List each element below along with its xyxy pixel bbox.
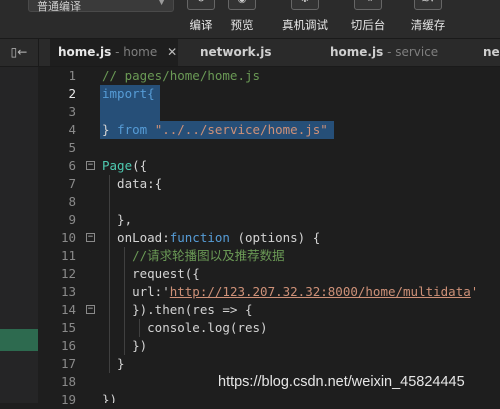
switch-background-label: 切后台 (350, 18, 386, 32)
code-token: url:' (102, 284, 170, 299)
code-token: Page (102, 158, 133, 173)
selection-highlight (100, 103, 160, 121)
code-token: "../../service/home.js" (154, 122, 328, 137)
watermark-text: https://blog.csdn.net/weixin_45824445 (218, 374, 465, 390)
close-icon[interactable]: ✕ (167, 45, 177, 59)
code-line: }, (102, 212, 133, 227)
line-number: 4 (68, 122, 76, 137)
code-token: ' (470, 284, 479, 299)
line-number: 3 (68, 104, 76, 119)
code-line: data:{ (102, 176, 163, 191)
code-line: import{ (102, 86, 155, 101)
tab-title: network.js (200, 45, 272, 59)
preview-button[interactable]: ◉ 预览 (226, 0, 258, 38)
clear-cache-button[interactable]: ≋▾ 清缓存 (408, 0, 448, 38)
tab-ne[interactable]: ne (475, 39, 500, 66)
tab-context: - service (383, 45, 439, 59)
active-file-marker (0, 329, 38, 351)
line-number: 16 (60, 338, 76, 353)
tab-network-js[interactable]: network.js (192, 39, 312, 66)
code-line: request({ (102, 266, 200, 281)
line-number: 5 (68, 140, 76, 155)
line-number: 9 (68, 212, 76, 227)
line-number: 18 (60, 374, 76, 389)
line-number-gutter: 1 2 3 4 5 6 7 8 9 10 11 12 13 14 15 16 1… (38, 67, 100, 407)
sidebar-toggle-button[interactable]: ▯← (0, 39, 39, 66)
line-number: 10 (60, 230, 76, 245)
code-token: (options) { (229, 230, 321, 245)
code-line: Page({ (102, 157, 147, 175)
tab-home-js-service[interactable]: home.js - service (322, 39, 452, 66)
remote-debug-label: 真机调试 (282, 18, 328, 32)
code-token: function (169, 230, 230, 245)
line-number: 8 (68, 194, 76, 209)
code-token: from (117, 122, 148, 137)
code-line: }).then(res => { (102, 302, 253, 317)
activity-strip (0, 67, 38, 403)
preview-label: 预览 (230, 18, 254, 32)
line-number: 6 (68, 158, 76, 173)
line-number: 7 (68, 176, 76, 191)
line-number: 17 (60, 356, 76, 371)
debug-icon: ✱ (291, 0, 319, 10)
code-token: } (102, 122, 118, 137)
line-number: 2 (68, 86, 76, 101)
code-line: }) (102, 338, 148, 353)
code-line: } from "../../service/home.js" (102, 121, 328, 139)
code-line: url:'http://123.207.32.32:8000/home/mult… (102, 283, 478, 301)
line-number: 14 (60, 302, 76, 317)
line-number: 19 (60, 392, 76, 407)
eye-icon: ◉ (228, 0, 256, 10)
clear-cache-label: 清缓存 (410, 18, 446, 32)
url-link[interactable]: http://123.207.32.32:8000/home/multidata (170, 284, 471, 299)
line-number: 15 (60, 320, 76, 335)
code-line: }) (102, 392, 118, 403)
code-token: onLoad: (102, 230, 170, 245)
compile-mode-value: 普通编译 (37, 0, 81, 13)
refresh-icon: ↻ (187, 0, 215, 10)
fold-toggle-icon[interactable]: − (86, 233, 95, 242)
line-number: 11 (60, 248, 76, 263)
switch-background-icon: ⇥ (354, 0, 382, 10)
compile-mode-select[interactable]: 普通编译 ▼ (28, 0, 174, 13)
line-number: 12 (60, 266, 76, 281)
code-line: // pages/home/home.js (102, 68, 261, 83)
remote-debug-button[interactable]: ✱ 真机调试 (279, 0, 331, 38)
line-number: 1 (68, 68, 76, 83)
tab-context: - home (111, 45, 158, 59)
code-editor[interactable]: // pages/home/home.js import{ } from "..… (100, 67, 500, 403)
code-token: ({ (132, 158, 148, 173)
layers-icon: ≋▾ (414, 0, 442, 10)
code-line: onLoad:function (options) { (102, 229, 320, 247)
switch-background-button[interactable]: ⇥ 切后台 (348, 0, 388, 38)
tab-title: home.js (58, 45, 112, 59)
compile-button[interactable]: ↻ 编译 (185, 0, 217, 38)
tab-home-js-home[interactable]: home.js - home ✕ (50, 39, 178, 66)
fold-toggle-icon[interactable]: − (86, 161, 95, 170)
toolbar: 普通编译 ▼ ↻ 编译 ◉ 预览 ✱ 真机调试 ⇥ 切后台 ≋▾ 清缓存 (0, 0, 500, 39)
editor-tab-bar: ▯← home.js - home ✕ network.js home.js -… (0, 39, 500, 67)
code-line: console.log(res) (102, 320, 268, 335)
fold-toggle-icon[interactable]: − (86, 305, 95, 314)
tab-title: ne (483, 45, 500, 59)
compile-label: 编译 (189, 18, 213, 32)
code-line: } (102, 356, 125, 371)
line-number: 13 (60, 284, 76, 299)
code-line: //请求轮播图以及推荐数据 (102, 248, 285, 263)
sidebar-collapse-icon: ▯← (10, 45, 28, 59)
tab-title: home.js (330, 45, 384, 59)
chevron-down-icon: ▼ (158, 0, 165, 7)
